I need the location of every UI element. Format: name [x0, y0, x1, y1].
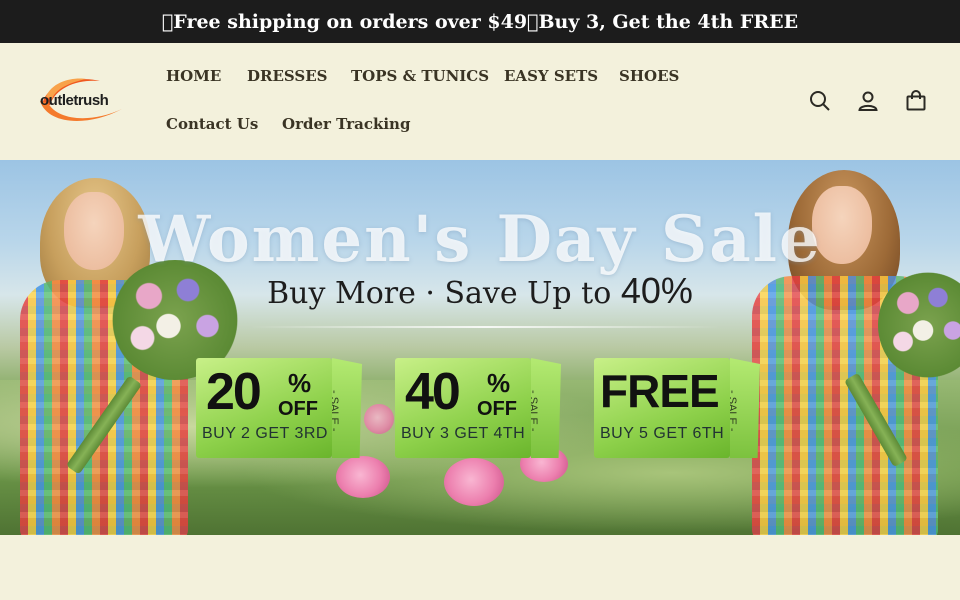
offer-caption: BUY 2 GET 3RD [202, 425, 328, 442]
peony-flower-image [364, 404, 394, 434]
nav-item-shoes[interactable]: SHOES [619, 67, 679, 85]
peony-flower-image [336, 456, 390, 498]
account-icon[interactable] [856, 89, 880, 113]
offer-amount: 40 [405, 363, 461, 421]
offer-percent: % [288, 368, 312, 398]
offer-badge-1[interactable]: - SALE - 20 % OFF BUY 2 GET 3RD [196, 358, 366, 458]
site-header: outletrush HOME DRESSES TOPS & TUNICS EA… [0, 43, 960, 160]
announcement-bar:  Free shipping on orders over $49 Buy 3,… [0, 0, 960, 43]
hero-subtitle-value: 40% [620, 270, 693, 311]
offer-amount: FREE [600, 365, 720, 417]
nav-item-home[interactable]: HOME [166, 67, 221, 85]
nav-item-tops-tunics[interactable]: TOPS & TUNICS [351, 67, 489, 85]
hero-title: Women's Day Sale [138, 202, 822, 277]
nav-item-contact-us[interactable]: Contact Us [166, 115, 258, 133]
hero-divider [250, 326, 720, 328]
offer-percent: % [487, 368, 511, 398]
offer-badge-3[interactable]: - SALE - FREE BUY 5 GET 6TH [594, 358, 764, 458]
search-icon[interactable] [808, 89, 832, 113]
logo-text: outletrush [40, 92, 109, 109]
hero-banner[interactable]: Women's Day Sale Buy More · Save Up to 4… [0, 160, 960, 535]
offer-caption: BUY 3 GET 4TH [401, 425, 526, 442]
nav-item-order-tracking[interactable]: Order Tracking [282, 115, 410, 133]
nav-item-easy-sets[interactable]: EASY SETS [504, 67, 598, 85]
peony-flower-image [444, 458, 504, 506]
offer-amount: 20 [206, 363, 262, 421]
offer-off: OFF [278, 398, 318, 420]
nav-item-dresses[interactable]: DRESSES [247, 67, 328, 85]
logo[interactable]: outletrush [38, 75, 128, 127]
hero-subtitle-text: Buy More · Save Up to [267, 276, 621, 311]
offer-off: OFF [477, 398, 517, 420]
cart-icon[interactable] [904, 89, 928, 113]
offer-caption: BUY 5 GET 6TH [600, 425, 725, 442]
hero-subtitle: Buy More · Save Up to 40% [0, 270, 960, 312]
announcement-text:  Free shipping on orders over $49 Buy 3,… [161, 10, 799, 33]
offer-badge-2[interactable]: - SALE - 40 % OFF BUY 3 GET 4TH [395, 358, 565, 458]
